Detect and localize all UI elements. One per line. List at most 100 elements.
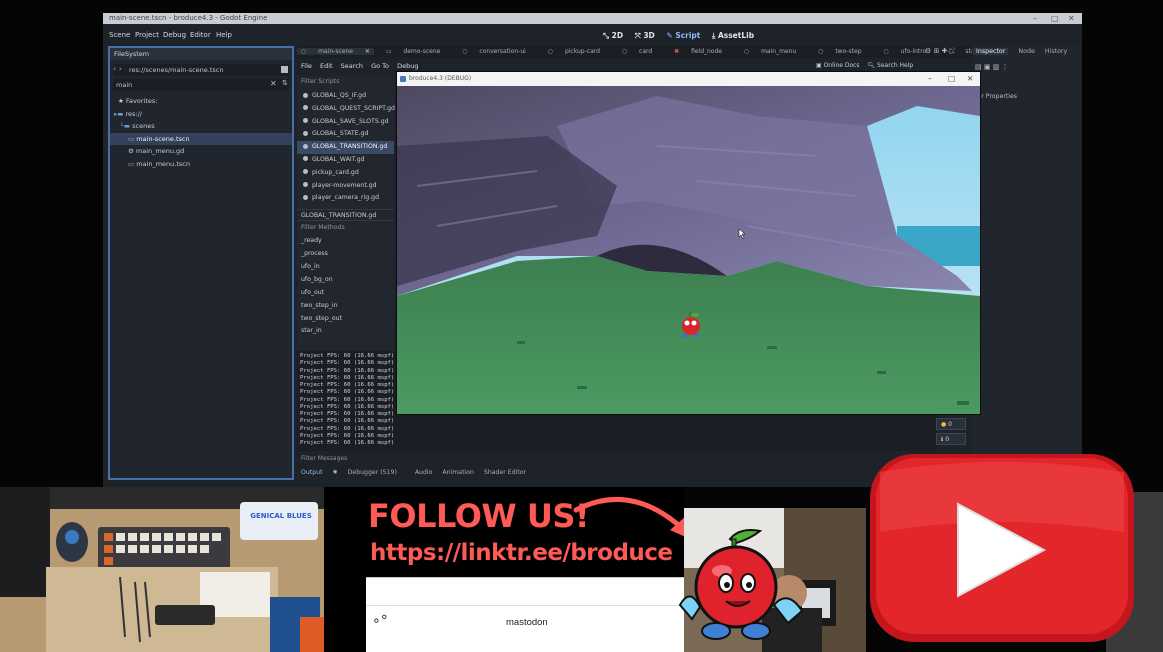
tab-debugger[interactable]: ✸ Debugger (519) [332, 469, 404, 476]
tab-inspector[interactable]: Inspector [973, 48, 1009, 55]
close-tab-icon[interactable]: ✕ [365, 48, 370, 55]
linktree-item-mastodon[interactable]: mastodon [506, 617, 548, 628]
tab-conversation-ui[interactable]: ○ conversation-ui [462, 48, 536, 55]
tree-item-favorites[interactable]: ★ Favorites: [110, 95, 292, 108]
console-line: Project FPS: 60 (16.66 mspf) [300, 418, 395, 425]
tab-animation[interactable]: Animation [442, 469, 474, 476]
tab-main-menu[interactable]: ○ main_menu [744, 48, 806, 55]
tab-audio[interactable]: Audio [415, 469, 433, 476]
workspace-2d[interactable]: ⤡ 2D [603, 31, 623, 40]
script-item[interactable]: pickup_card.gd [297, 167, 394, 180]
tree-item-main-scene[interactable]: ▭ main-scene.tscn [110, 132, 292, 145]
minimize-icon[interactable]: – [928, 72, 932, 86]
method-item[interactable]: _process [297, 248, 394, 261]
tab-card[interactable]: ○ card [622, 48, 662, 55]
search-help-link[interactable]: Search Help [877, 62, 913, 69]
tree-item-scenes[interactable]: └▬ scenes [110, 120, 292, 133]
star-icon: ★ [118, 97, 126, 105]
tab-node[interactable]: Node [1018, 48, 1034, 55]
filesystem-path-field[interactable]: res://scenes/main-scene.tscn [113, 64, 289, 76]
game-debug-window[interactable]: broduce4.3 (DEBUG) – □ ✕ [396, 71, 981, 415]
tab-demo-scene[interactable]: ▭ demo-scene [386, 48, 451, 55]
tab-main-scene[interactable]: ○ main-scene ✕ [297, 48, 374, 55]
tab-shader-editor[interactable]: Shader Editor [484, 469, 526, 476]
gear-icon [303, 130, 308, 136]
tab-output[interactable]: Output [301, 469, 323, 476]
maximize-icon[interactable]: □ [1051, 13, 1059, 24]
workspace-3d[interactable]: ⤧ 3D [635, 31, 655, 40]
tab-menu-icon[interactable]: ⚙ ⊞ ✚ ⛶ [925, 47, 955, 56]
gear-icon [303, 169, 308, 175]
minimize-icon[interactable]: – [1033, 13, 1037, 24]
message-counter[interactable]: ℹ 0 [936, 433, 966, 445]
tab-pickup-card[interactable]: ○ pickup-card [548, 48, 610, 55]
game-viewport[interactable] [397, 86, 980, 415]
script-item[interactable]: GLOBAL_STATE.gd [297, 128, 394, 141]
gear-icon: ⚙ [128, 147, 136, 155]
filter-methods-input[interactable]: Filter Methods [297, 221, 394, 235]
error-counter[interactable]: ● 0 [936, 418, 966, 430]
filter-properties-input[interactable]: ter Properties [975, 93, 1017, 100]
filter-scripts-input[interactable]: Filter Scripts [297, 76, 394, 88]
workspace-assetlib[interactable]: ⤓ AssetLib [712, 31, 754, 40]
window-title: main-scene.tscn - broduce4.3 - Godot Eng… [109, 14, 268, 22]
method-item[interactable]: _ready [297, 235, 394, 248]
mastodon-icon: ∘° [372, 613, 388, 629]
youtube-logo-icon[interactable] [866, 452, 1163, 652]
close-icon[interactable]: ✕ [967, 72, 973, 86]
tab-two-step[interactable]: ○ two-step [818, 48, 871, 55]
tree-item-main-menu-tscn[interactable]: ▭ main_menu.tscn [110, 158, 292, 171]
sticker-text: GENICAL BLUES [250, 512, 312, 520]
tree-item-main-menu-gd[interactable]: ⚙ main_menu.gd [110, 145, 292, 158]
back-arrow-icon[interactable]: ‹ › [113, 64, 122, 73]
method-item[interactable]: two_step_out [297, 313, 394, 326]
script-item[interactable]: GLOBAL_QUEST_SCRIPT.gd [297, 103, 395, 116]
maximize-icon[interactable]: □ [948, 72, 955, 86]
menu-project[interactable]: Project [135, 27, 159, 44]
script-menu-file[interactable]: File [301, 62, 312, 70]
scene-icon: ○ [462, 48, 468, 55]
script-item[interactable]: GLOBAL_QS_IF.gd [297, 90, 394, 103]
script-item[interactable]: player-movement.gd [297, 180, 394, 193]
game-window-title: broduce4.3 (DEBUG) [409, 75, 472, 82]
script-item[interactable]: GLOBAL_SAVE_SLOTS.gd [297, 116, 394, 129]
online-docs-link[interactable]: Online Docs [824, 62, 860, 69]
filesystem-dock: FileSystem ‹ › res://scenes/main-scene.t… [108, 46, 294, 480]
toggle-split-icon[interactable] [281, 66, 288, 73]
clear-search-icon[interactable]: ✕ [270, 79, 277, 88]
close-icon[interactable]: ✕ [1068, 13, 1075, 24]
tab-field-node[interactable]: ✖ field_node [674, 48, 732, 55]
gear-icon [303, 156, 308, 162]
tree-item-res[interactable]: ▸▬ res:// [110, 108, 292, 121]
method-item[interactable]: ufo_out [297, 287, 394, 300]
scene-file-icon: ▭ [128, 134, 137, 143]
script-menu-edit[interactable]: Edit [320, 62, 333, 70]
menu-editor[interactable]: Editor [190, 27, 211, 44]
menu-scene[interactable]: Scene [109, 27, 130, 44]
tab-history[interactable]: History [1045, 48, 1067, 55]
script-menu-bar: File Edit Search Go To Debug [301, 62, 418, 70]
folder-icon: └▬ [120, 122, 133, 130]
method-item[interactable]: two_step_in [297, 300, 394, 313]
sort-icon[interactable]: ⇅ [282, 79, 288, 87]
method-item[interactable]: star_in [297, 325, 394, 338]
method-list: _ready _process ufo_in ufo_bg_on ufo_out… [297, 235, 394, 338]
linktree-panel: ∘° mastodon [366, 577, 686, 652]
method-item[interactable]: ufo_bg_on [297, 274, 394, 287]
menu-debug[interactable]: Debug [163, 27, 186, 44]
script-item[interactable]: player_camera_rig.gd [297, 192, 394, 205]
script-menu-debug[interactable]: Debug [397, 62, 418, 70]
menu-help[interactable]: Help [216, 27, 232, 44]
script-item-selected[interactable]: GLOBAL_TRANSITION.gd [297, 141, 394, 154]
console-line: Project FPS: 60 (16.66 mspf) [300, 425, 395, 432]
filter-messages-input[interactable]: Filter Messages [297, 453, 937, 465]
workspace-script[interactable]: ✎ Script [666, 31, 700, 40]
script-item[interactable]: GLOBAL_WAIT.gd [297, 154, 394, 167]
filesystem-search-input[interactable]: main [113, 79, 289, 91]
window-titlebar: main-scene.tscn - broduce4.3 - Godot Eng… [103, 13, 1082, 24]
method-item[interactable]: ufo_in [297, 261, 394, 274]
script-menu-search[interactable]: Search [341, 62, 363, 70]
inspector-toolbar-icons[interactable]: ▤ ▣ ▥ ⋮ [975, 63, 1009, 71]
script-menu-goto[interactable]: Go To [371, 62, 389, 70]
help-links: ▣ Online Docs 🔍︎ Search Help [816, 62, 913, 69]
